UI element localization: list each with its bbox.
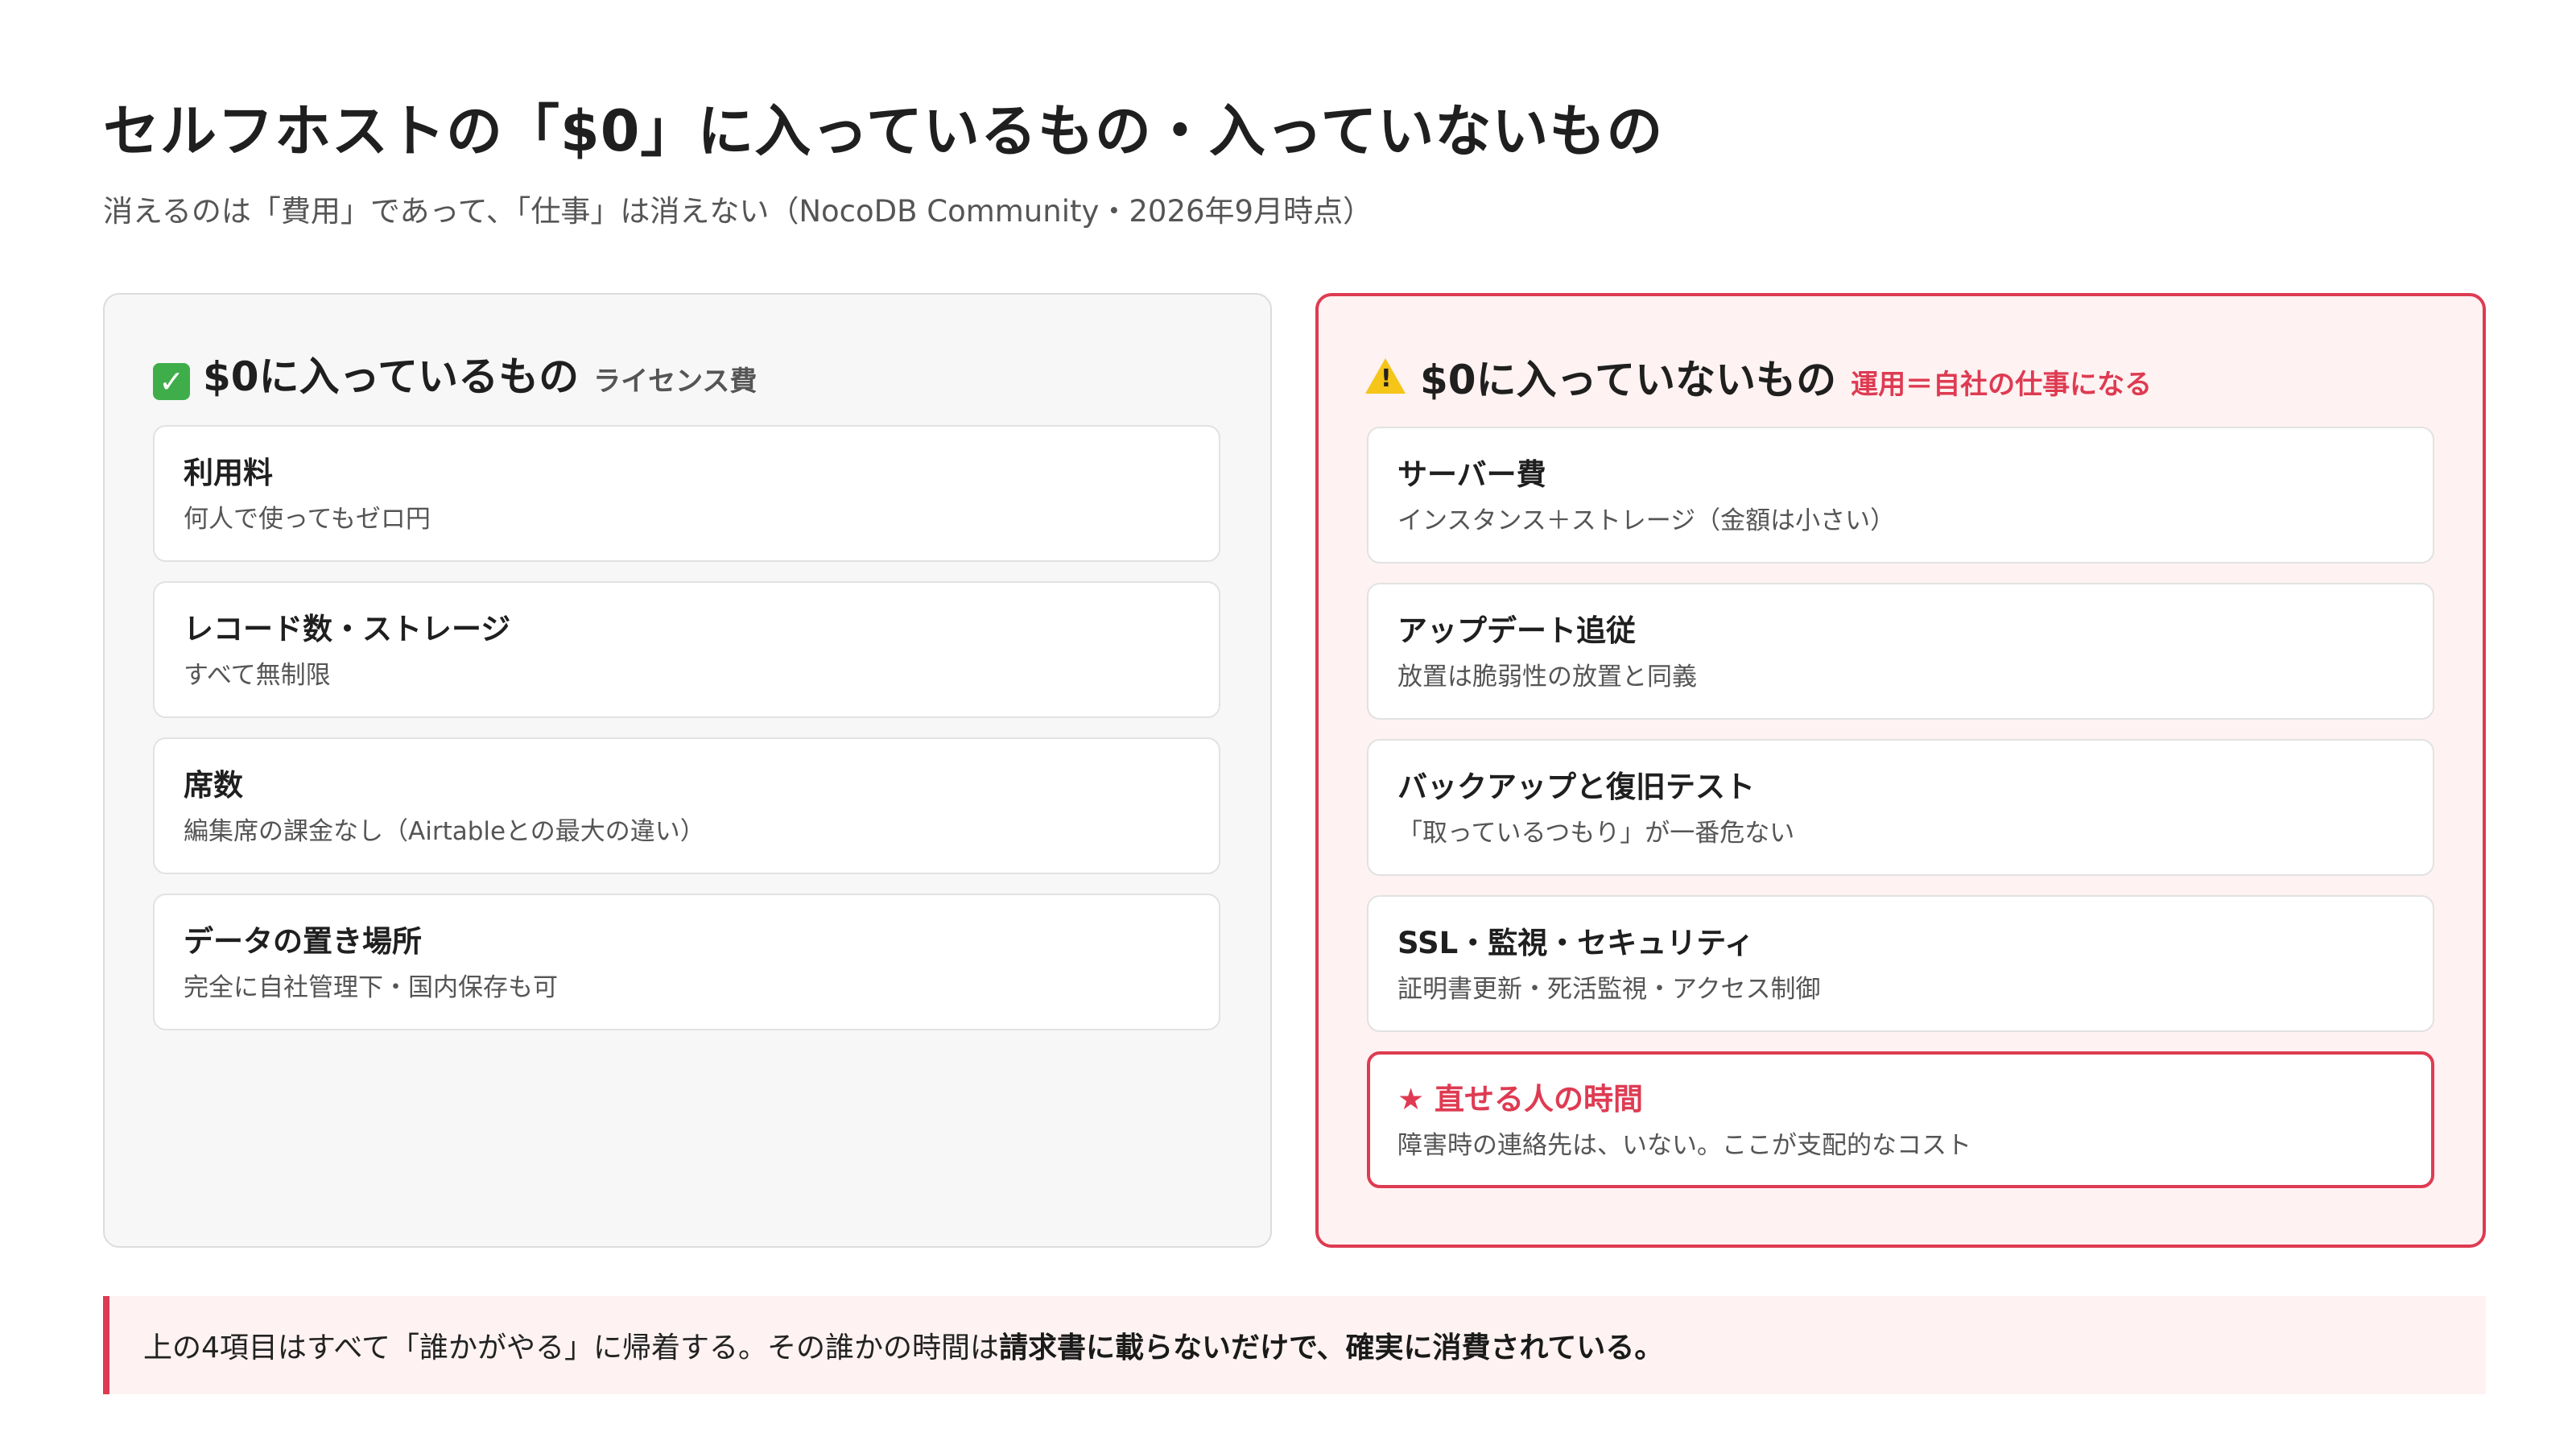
excluded-card-server-cost: サーバー費 インスタンス＋ストレージ（金額は小さい） [1367, 427, 2434, 564]
included-card-records-storage: レコード数・ストレージ すべて無制限 [153, 581, 1220, 718]
callout-text: 上の4項目はすべて「誰かがやる」に帰着する。その誰かの時間は [143, 1331, 999, 1364]
check-mark-icon: ✓ [153, 363, 190, 400]
card-desc: 「取っているつもり」が一番危ない [1397, 819, 1795, 848]
included-card-usage-fee: 利用料 何人で使ってもゼロ円 [153, 425, 1220, 562]
excluded-card-ssl-monitoring: SSL・監視・セキュリティ 証明書更新・死活監視・アクセス制御 [1367, 895, 2434, 1032]
card-desc: 放置は脆弱性の放置と同義 [1397, 663, 1697, 691]
card-title: 席数 [184, 768, 243, 803]
excluded-panel-header: ! $0に入っていないもの 運用＝自社の仕事になる [1365, 348, 2152, 406]
included-card-seats: 席数 編集席の課金なし（Airtableとの最大の違い） [153, 737, 1220, 874]
included-card-data-location: データの置き場所 完全に自社管理下・国内保存も可 [153, 894, 1220, 1030]
excluded-card-backup: バックアップと復旧テスト 「取っているつもり」が一番危ない [1367, 739, 2434, 876]
included-panel-tag: ライセンス費 [593, 365, 758, 398]
card-desc: 障害時の連絡先は、いない。ここが支配的なコスト [1397, 1131, 1971, 1160]
card-desc: 完全に自社管理下・国内保存も可 [184, 973, 558, 1002]
card-desc: 証明書更新・死活監視・アクセス制御 [1397, 975, 1821, 1004]
included-panel-title: $0に入っているもの [203, 353, 580, 400]
card-title: バックアップと復旧テスト [1397, 770, 1755, 804]
card-title: ★ 直せる人の時間 [1397, 1082, 1644, 1117]
card-desc: 何人で使ってもゼロ円 [184, 505, 431, 534]
included-panel-header: ✓ $0に入っているもの ライセンス費 [153, 345, 757, 402]
excluded-panel-title: $0に入っていないもの [1420, 357, 1837, 403]
warning-icon: ! [1365, 358, 1406, 394]
callout-emphasis: 請求書に載らないだけで、確実に消費されている。 [998, 1331, 1664, 1364]
card-title: アップデート追従 [1397, 613, 1636, 648]
card-title: サーバー費 [1397, 457, 1546, 492]
page-subtitle: 消えるのは「費用」であって、「仕事」は消えない（NocoDB Community… [103, 194, 1373, 229]
included-panel: ✓ $0に入っているもの ライセンス費 利用料 何人で使ってもゼロ円 レコード数… [103, 293, 1272, 1248]
excluded-panel-tag: 運用＝自社の仕事になる [1851, 369, 2153, 401]
excluded-card-fixer-time: ★ 直せる人の時間 障害時の連絡先は、いない。ここが支配的なコスト [1367, 1051, 2434, 1188]
card-desc: 編集席の課金なし（Airtableとの最大の違い） [184, 817, 705, 846]
card-title: SSL・監視・セキュリティ [1397, 926, 1754, 960]
excluded-card-updates: アップデート追従 放置は脆弱性の放置と同義 [1367, 583, 2434, 720]
card-desc: インスタンス＋ストレージ（金額は小さい） [1397, 506, 1896, 535]
card-title: レコード数・ストレージ [184, 612, 511, 646]
card-title: データの置き場所 [184, 924, 422, 959]
page-title: セルフホストの「$0」に入っているもの・入っていないもの [103, 98, 1664, 164]
card-desc: すべて無制限 [184, 661, 331, 690]
card-title: 利用料 [184, 456, 273, 490]
summary-callout: 上の4項目はすべて「誰かがやる」に帰着する。その誰かの時間は 請求書に載らないだけ… [103, 1296, 2486, 1394]
excluded-panel: ! $0に入っていないもの 運用＝自社の仕事になる サーバー費 インスタンス＋ス… [1315, 293, 2486, 1248]
